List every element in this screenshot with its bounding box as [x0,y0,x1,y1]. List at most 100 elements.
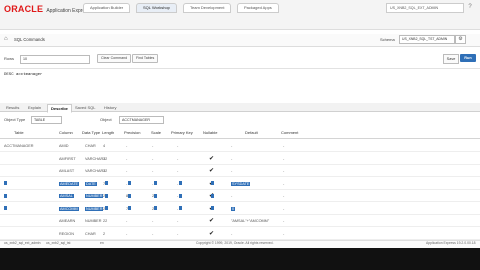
header-column: Column [59,130,73,135]
cell-default: "AMSAL"+"AMCOMM" [231,219,270,223]
footer-copyright: Copyright © 1999, 2019, Oracle. All righ… [196,241,274,245]
page-title: SQL Commands [14,37,45,42]
oracle-apex-logo[interactable]: ORACLE Application Express [4,4,90,14]
tab-explain[interactable]: Explain [25,104,44,111]
selection-highlight [105,206,108,210]
selection-highlight [105,193,108,198]
tab-results[interactable]: Results [3,104,22,111]
header-length: Length [102,130,115,135]
selection-highlight [179,193,182,198]
cell-precision: - [126,219,128,223]
clear-command-button[interactable]: Clear Command [97,54,132,63]
header-default: Default [245,130,258,135]
header-precision: Precision [124,130,141,135]
cell-pk: - [177,144,179,148]
footer-language[interactable]: en [100,241,104,245]
cell-column: AMSAL [59,194,74,198]
row-divider [0,176,480,177]
row-divider [0,201,480,202]
cell-scale: - [152,219,154,223]
selection-highlight [128,206,131,210]
tab-application-builder[interactable]: Application Builder [83,3,131,13]
logo-brand: ORACLE [4,4,44,14]
sql-editor[interactable] [0,68,480,104]
cell-scale: - [152,169,154,173]
selection-highlight [4,206,7,210]
selection-highlight [154,193,157,198]
cell-pk: - [177,231,179,236]
cell-comment: - [283,144,285,148]
row-divider [0,163,480,165]
user-menu[interactable]: US_XNB2_SQL_EXT_ADMIN [386,3,464,13]
tab-team-development[interactable]: Team Development [183,3,232,13]
rows-label: Rows [4,56,15,61]
selection-highlight [4,193,7,198]
home-icon[interactable]: ⌂ [4,36,8,42]
cell-comment: - [283,206,285,211]
selection-highlight [211,193,214,198]
cell-comment: - [283,194,285,198]
cell-length: 22 [103,219,108,223]
cell-column: AMEDATE [59,181,80,186]
help-icon[interactable]: ? [465,3,475,11]
selection-highlight [154,206,157,210]
tab-sql-workshop[interactable]: SQL Workshop [136,3,177,13]
cell-default: - [231,169,233,173]
gear-icon[interactable]: ⚙ [455,35,466,44]
cell-pk: - [177,156,179,161]
selection-highlight [179,206,182,210]
tab-saved-sql[interactable]: Saved SQL [72,104,98,111]
cell-length: 12 [103,156,108,161]
object-select[interactable]: ACCTMANAGER [119,116,164,124]
nullable-check-icon: ✔ [209,168,215,174]
row-divider [0,213,480,215]
cell-column: AMFIRST [59,156,76,161]
run-button[interactable]: Run [460,54,476,62]
cell-column: AMLAST [59,169,75,173]
save-button[interactable]: Save [443,54,459,64]
selection-highlight [211,206,214,210]
header-table: Table [14,130,24,135]
cell-default: 0 [231,206,236,211]
schema-select[interactable]: US_XNB2_SQL_TST_ADMIN [399,35,455,44]
selection-highlight [179,181,182,185]
cell-comment: - [283,181,285,186]
sql-editor-text[interactable]: DESC acctmanager [4,73,42,77]
selection-highlight [211,181,214,185]
header-data-type: Data Type [82,130,101,135]
tab-packaged-apps[interactable]: Packaged Apps [237,3,279,13]
header-comment: Comment [281,130,299,135]
object-type-select[interactable]: TABLE [31,116,62,124]
cell-precision: - [126,156,128,161]
selection-highlight [154,181,157,185]
cell-type: NUMBER [85,206,104,211]
tab-history[interactable]: History [101,104,119,111]
cell-default: - [231,156,233,161]
row-divider [0,188,480,190]
cell-type: NUMBER [85,194,104,198]
footer-version: Application Express 19.2.0.00.18 [426,241,476,245]
footer-schema[interactable]: us_xnb2_sql_tst [46,241,71,245]
cell-default: - [231,144,233,148]
cell-type: NUMBER [85,219,102,223]
nullable-check-icon: ✔ [209,230,215,237]
cell-pk: - [177,169,179,173]
object-type-label: Object Type [4,117,26,122]
cell-pk: - [177,219,179,223]
cell-scale: - [152,144,154,148]
cell-comment: - [283,231,285,236]
footer-user[interactable]: us_xnb2_sql_ext_admin [4,241,41,245]
tab-describe[interactable]: Describe [47,104,72,113]
selection-highlight [105,181,108,185]
video-letterbox [0,248,480,270]
cell-comment: - [283,219,285,223]
rows-select[interactable]: 10 [20,55,90,64]
cell-column: AMCOMM [59,206,79,211]
cell-scale: - [152,231,154,236]
cell-column: AMEARN [59,219,76,223]
find-tables-button[interactable]: Find Tables [132,54,159,63]
cell-comment: - [283,156,285,161]
header-primary-key: Primary Key [171,130,193,135]
cell-precision: - [126,231,128,236]
cell-type: CHAR [85,144,96,148]
